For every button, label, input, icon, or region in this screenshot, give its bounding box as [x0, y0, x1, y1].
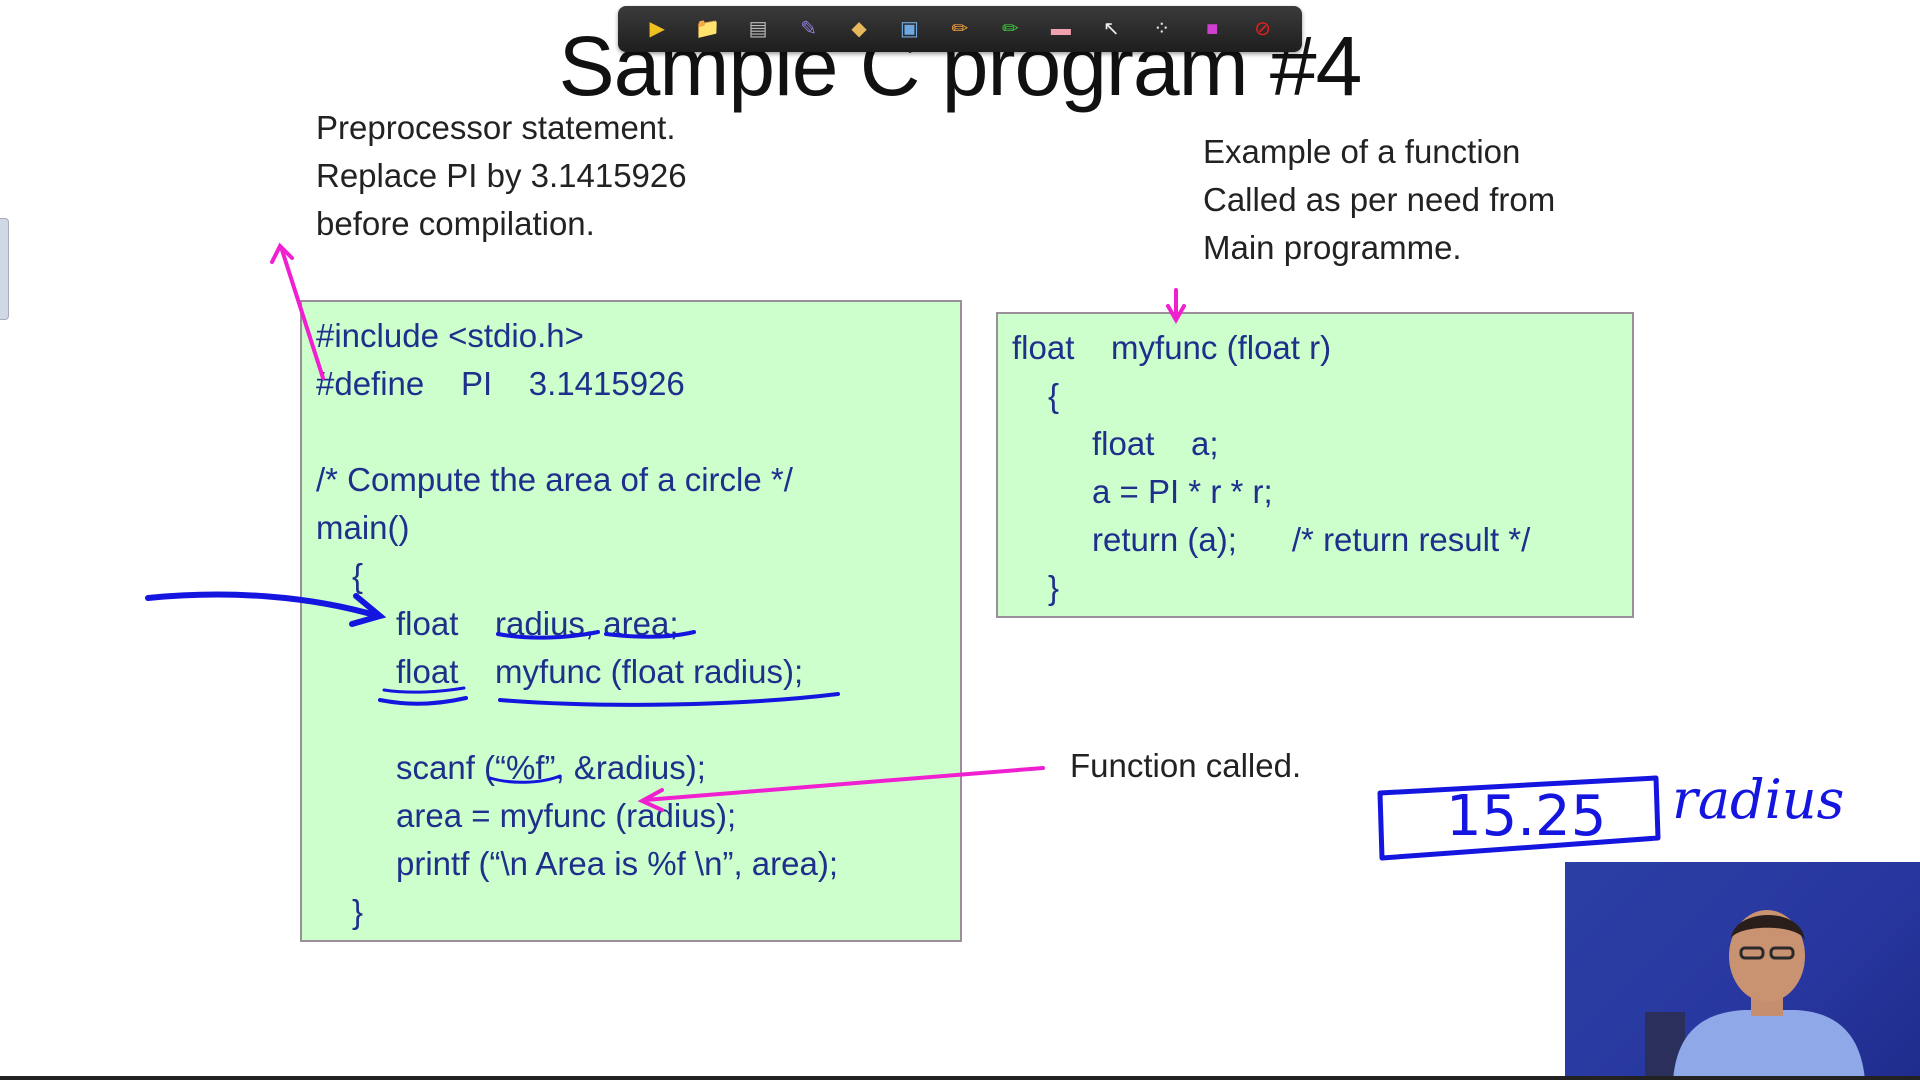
underline-radius: [496, 630, 600, 640]
presenter-figure: [1645, 910, 1865, 1080]
radius-value: 15.25: [1446, 784, 1606, 849]
underline-float: [378, 696, 468, 706]
declaration-arrow: [145, 591, 381, 619]
radius-label: radius: [1672, 768, 1844, 831]
video-bottom-border: [0, 1076, 1920, 1080]
underline-myfunc: [498, 692, 840, 707]
preprocessor-arrow: [280, 248, 325, 380]
underline-area: [604, 630, 696, 639]
underline-format: [488, 774, 562, 784]
underline-float-2: [382, 686, 466, 694]
presenter-webcam: [1565, 862, 1920, 1080]
function-called-arrow: [643, 766, 1045, 802]
